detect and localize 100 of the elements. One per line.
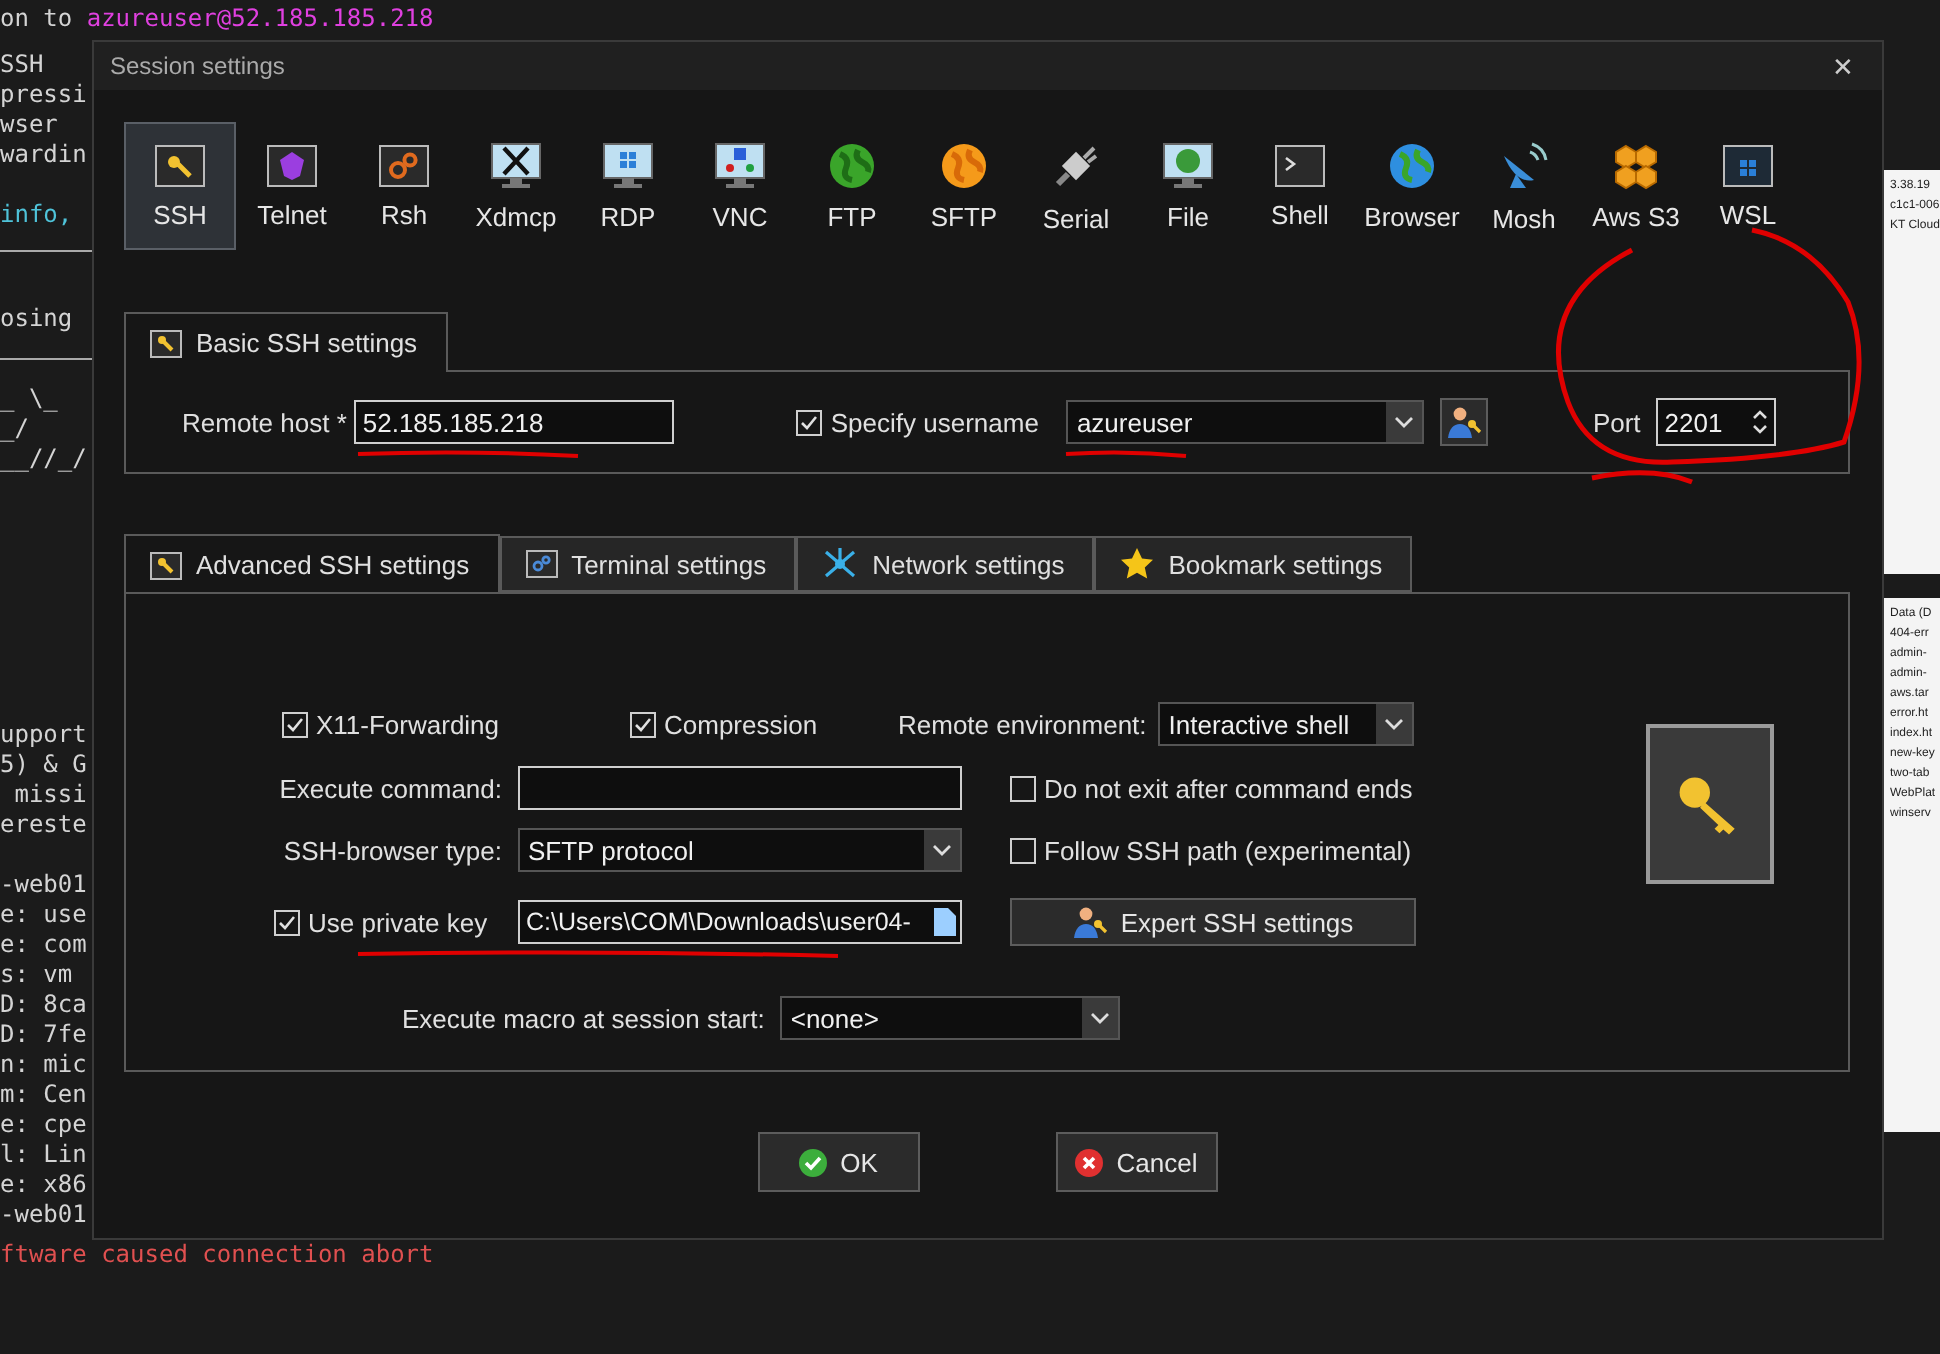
cubes-icon <box>1610 141 1662 189</box>
terminal-icon <box>1274 143 1326 187</box>
terminal-text: ereste <box>0 810 89 840</box>
gears-icon <box>525 550 558 578</box>
terminal-text: upport <box>0 720 89 750</box>
key-icon <box>150 329 182 357</box>
user-key-icon <box>1072 906 1109 938</box>
monitor-icon <box>714 141 766 189</box>
remote-environment-dropdown[interactable]: Interactive shell <box>1158 702 1415 746</box>
terminal-text: wardin <box>0 140 89 170</box>
checkbox[interactable] <box>1010 775 1036 801</box>
compression-label: Compression <box>664 709 818 739</box>
session-type-button[interactable]: RDP <box>572 122 684 250</box>
terminal-text: missi <box>12 780 89 810</box>
window-title: Session settings <box>110 52 285 80</box>
checkbox[interactable] <box>796 409 823 435</box>
terminal-text: SSH <box>0 50 46 80</box>
terminal-text: ftware caused connection abort <box>0 1240 436 1270</box>
satellite-dish-icon <box>1498 139 1550 191</box>
terminal-text: osing <box>0 304 75 334</box>
specify-username-label: Specify username <box>830 407 1039 437</box>
expert-ssh-settings-button[interactable]: Expert SSH settings <box>1010 898 1416 946</box>
terminal-text: n: mic <box>0 1050 89 1080</box>
terminal-text: m: Cen <box>0 1080 89 1110</box>
terminal-text: 5) & G <box>0 750 89 780</box>
username-dropdown[interactable]: azureuser <box>1066 400 1425 444</box>
network-icon <box>822 546 859 582</box>
tab[interactable]: Basic SSH settings <box>124 312 448 372</box>
tab[interactable]: Network settings <box>796 536 1095 592</box>
key-icon <box>154 143 206 187</box>
terminal-text: s: vm <box>0 960 75 990</box>
cancel-button[interactable]: Cancel <box>1055 1132 1217 1192</box>
windows-icon <box>1722 143 1774 187</box>
session-type-button[interactable]: File <box>1132 122 1244 250</box>
port-spinner[interactable]: 2201 <box>1656 398 1777 446</box>
session-type-button[interactable]: VNC <box>684 122 796 250</box>
session-type-button[interactable]: FTP <box>796 122 908 250</box>
terminal-text: __//_/ <box>0 444 89 474</box>
tab[interactable]: Bookmark settings <box>1094 536 1413 592</box>
checkbox[interactable] <box>630 711 656 737</box>
terminal-text: e: cpe <box>0 1110 89 1140</box>
session-type-button[interactable]: Rsh <box>348 122 460 250</box>
terminal-text: D: 8ca <box>0 990 89 1020</box>
checkbox[interactable] <box>282 711 308 737</box>
terminal-text: _/ <box>0 414 31 444</box>
globe-icon <box>828 141 876 189</box>
star-icon <box>1120 548 1155 580</box>
remote-environment-label: Remote environment: <box>898 709 1147 739</box>
follow-ssh-path-label: Follow SSH path (experimental) <box>1044 835 1412 865</box>
windows-monitor-icon <box>602 141 654 189</box>
port-label: Port <box>1592 407 1641 437</box>
terminal-text: e: x86 <box>0 1170 89 1200</box>
session-type-button[interactable]: WSL <box>1692 122 1804 250</box>
macro-dropdown[interactable]: <none> <box>780 996 1121 1040</box>
terminal-text: D: 7fe <box>0 1020 89 1050</box>
monitor-globe-icon <box>1162 141 1214 189</box>
terminal-text: wser <box>0 110 60 140</box>
session-type-button[interactable]: Aws S3 <box>1580 122 1692 250</box>
tab[interactable]: Advanced SSH settings <box>124 534 500 594</box>
execute-macro-label: Execute macro at session start: <box>402 1003 765 1033</box>
session-type-button[interactable]: SSH <box>124 122 236 250</box>
session-type-button[interactable]: Serial <box>1020 122 1132 250</box>
gem-icon <box>266 143 318 187</box>
x11-forwarding-label: X11-Forwarding <box>316 709 500 739</box>
private-key-field[interactable]: C:\Users\COM\Downloads\user04- <box>518 900 962 944</box>
session-type-button[interactable]: Mosh <box>1468 122 1580 250</box>
use-private-key-label: Use private key <box>308 907 488 937</box>
gears-icon <box>378 143 430 187</box>
user-key-icon <box>1446 406 1483 438</box>
x-monitor-icon <box>490 141 542 189</box>
key-button[interactable] <box>1646 724 1774 884</box>
terminal-text: e: com <box>0 930 89 960</box>
file-icon <box>934 908 956 936</box>
terminal-text: azureuser@52.185.185.218 <box>86 4 434 32</box>
terminal-text: pressi <box>0 80 89 110</box>
terminal-text: -web01 <box>0 870 89 900</box>
ssh-browser-type-dropdown[interactable]: SFTP protocol <box>518 828 962 872</box>
checkbox[interactable] <box>274 909 300 935</box>
user-key-button[interactable] <box>1440 398 1489 446</box>
key-icon <box>150 551 182 579</box>
terminal-text: on to <box>0 4 75 32</box>
session-type-button[interactable]: Xdmcp <box>460 122 572 250</box>
remote-host-label: Remote host * <box>182 407 347 437</box>
session-type-button[interactable]: Browser <box>1356 122 1468 250</box>
close-icon <box>1074 1147 1105 1177</box>
remote-host-field[interactable]: 52.185.185.218 <box>354 400 675 444</box>
session-type-button[interactable]: Shell <box>1244 122 1356 250</box>
close-button[interactable]: ✕ <box>1820 49 1866 83</box>
globe-icon <box>1388 141 1436 189</box>
do-not-exit-label: Do not exit after command ends <box>1044 773 1413 803</box>
ok-button[interactable]: OK <box>757 1132 919 1192</box>
execute-command-field[interactable] <box>518 766 962 810</box>
terminal-text: info, <box>0 200 75 230</box>
tab[interactable]: Terminal settings <box>499 536 797 592</box>
checkbox[interactable] <box>1010 837 1036 863</box>
globe-icon <box>940 141 988 189</box>
terminal-text: _ \_ <box>0 384 60 414</box>
check-icon <box>798 1147 829 1177</box>
session-type-button[interactable]: Telnet <box>236 122 348 250</box>
session-type-button[interactable]: SFTP <box>908 122 1020 250</box>
